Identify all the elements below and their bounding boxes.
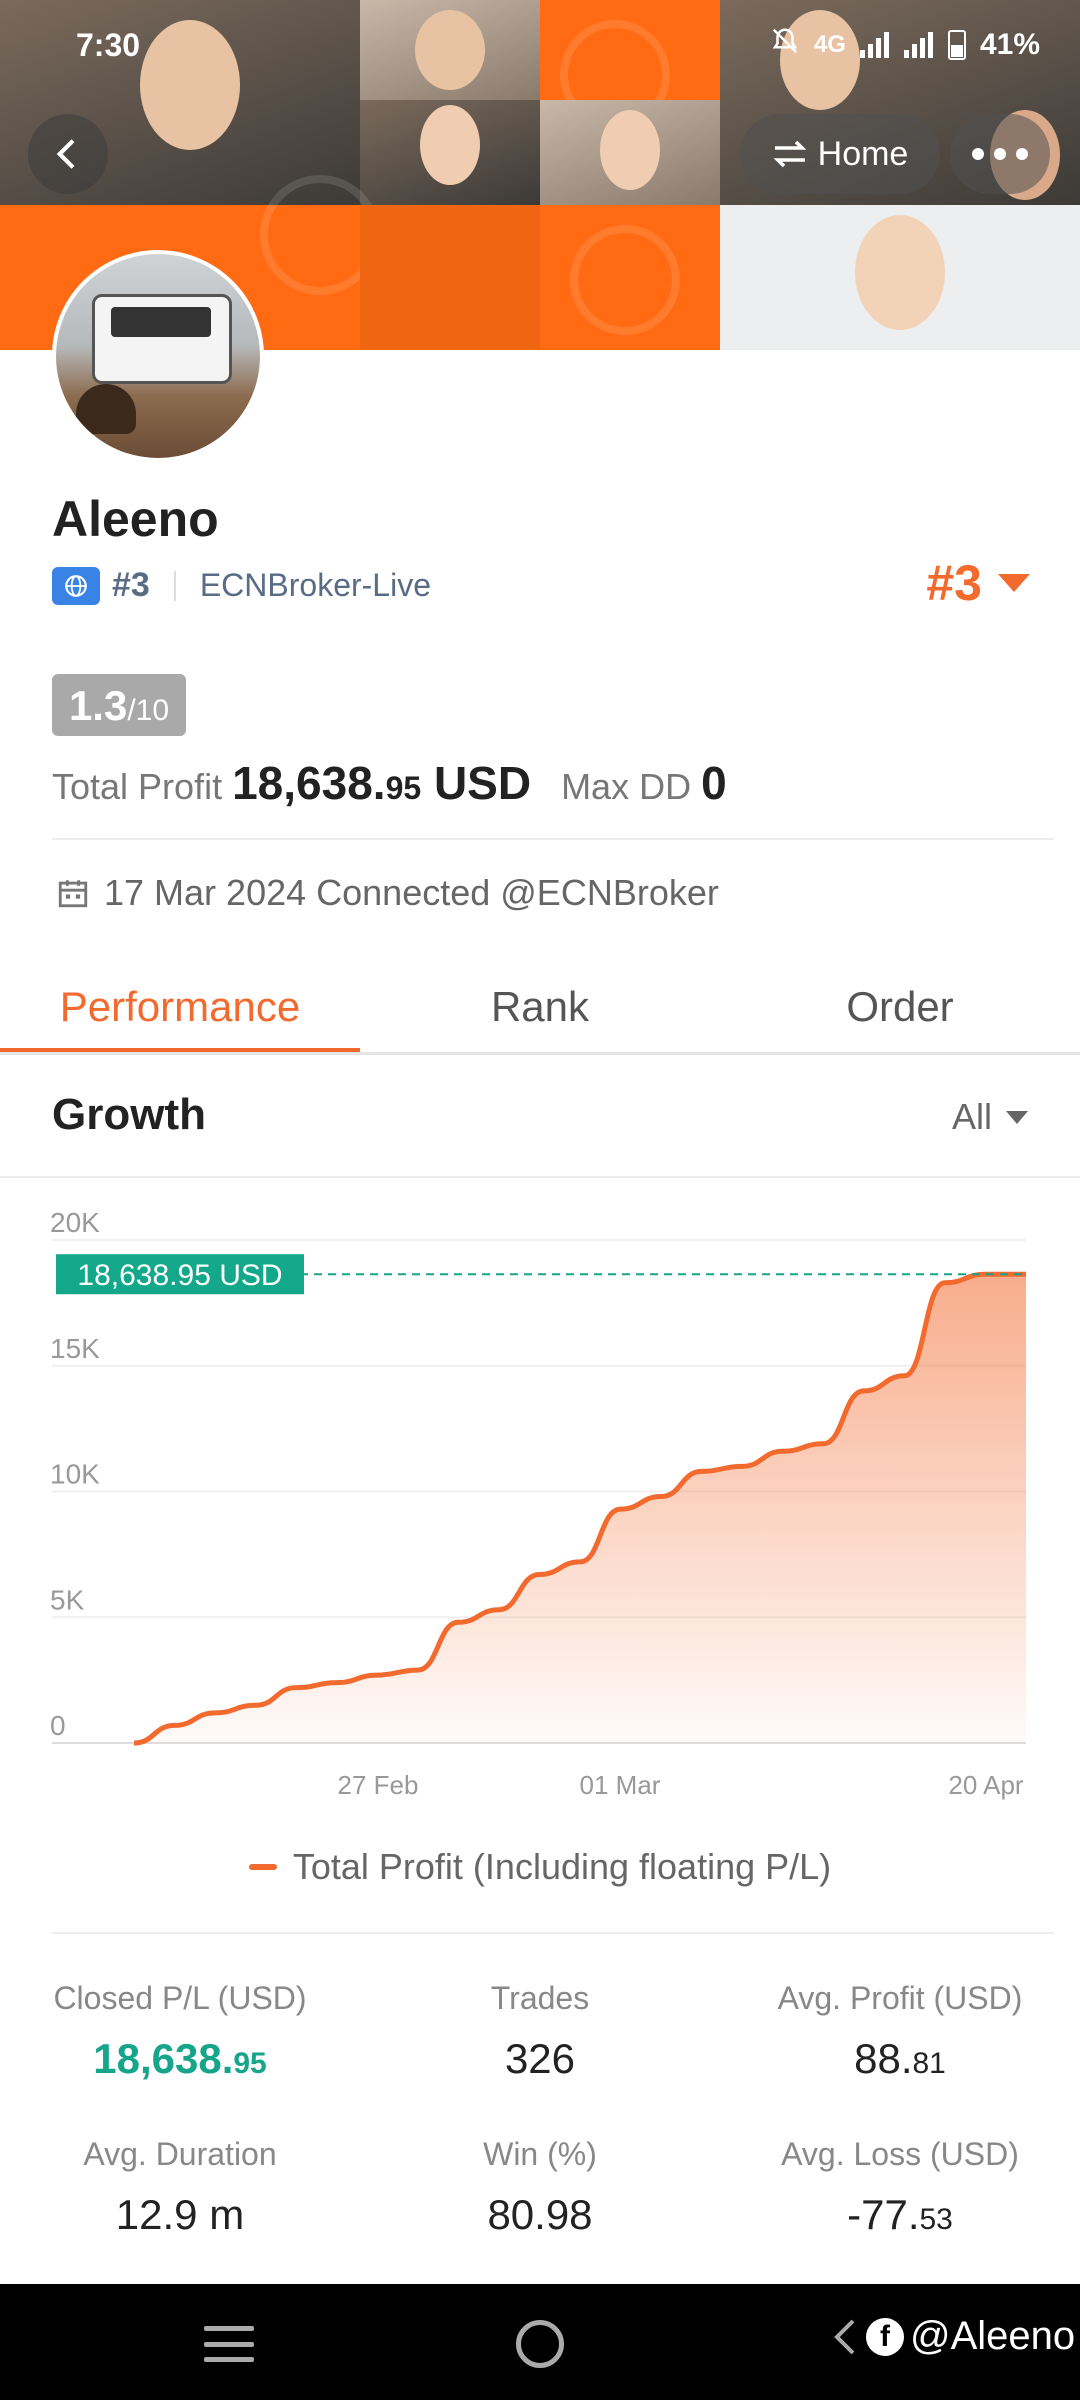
collage-photo [540,100,720,205]
legend-swatch [248,1864,277,1870]
y-tick-label: 20K [50,1207,100,1238]
y-tick-label: 5K [50,1584,85,1615]
status-time: 7:30 [76,26,141,63]
growth-title: Growth [52,1090,206,1139]
growth-filter-dropdown[interactable]: All [952,1096,1028,1138]
stat-closed-pl: Closed P/L (USD) 18,638.95 [53,1980,307,2082]
profile-name: Aleeno [52,491,219,547]
home-button[interactable]: Home [740,114,940,194]
caret-down-icon [998,574,1030,592]
total-profit-value: 18,638.95 USD [232,757,532,809]
collage-photo [720,205,1080,350]
rank-small: #3 [112,566,150,604]
chevron-left-icon [56,139,75,169]
stat-trades: Trades 326 [490,1980,590,2082]
collage-pattern [360,205,540,350]
battery-percent: 41% [979,28,1040,61]
total-profit-label: Total Profit [52,766,223,807]
collage-pattern [540,205,720,350]
rank-dropdown[interactable]: #3 [926,554,1030,612]
y-tick-label: 0 [50,1710,66,1741]
score-value: 1.3 [68,682,128,729]
legend-label: Total Profit (Including floating P/L) [292,1846,832,1887]
switch-icon [773,140,806,168]
stat-avg-profit: Avg. Profit (USD) 88.81 [777,1980,1023,2082]
signal-icon [859,32,890,58]
growth-filter-label: All [951,1096,992,1137]
stat-win: Win (%) 80.98 [483,2136,597,2238]
x-tick-label: 20 Apr [948,1770,1024,1800]
rank-big-label: #3 [926,555,982,611]
max-dd-value: 0 [701,757,727,809]
battery-icon [947,30,966,60]
tab-bar: Performance Rank Order [0,960,1080,1054]
facebook-icon: f [866,2317,904,2356]
network-label: 4G [813,31,846,58]
watermark-text: @Aleeno [910,2314,1076,2358]
x-tick-label: 27 Feb [338,1770,419,1800]
tab-order[interactable]: Order [720,960,1080,1054]
stat-avg-duration: Avg. Duration 12.9 m [83,2136,277,2238]
chevron-left-icon [834,2319,855,2354]
calendar-icon [58,880,88,908]
back-button[interactable] [28,114,108,194]
recent-apps-button[interactable] [204,2326,254,2362]
connected-info: 17 Mar 2024 Connected @ECNBroker [56,872,719,914]
connected-text: 17 Mar 2024 Connected @ECNBroker [104,872,719,913]
broker-name: ECNBroker-Live [199,567,431,603]
x-tick-label: 01 Mar [580,1770,661,1800]
caret-down-icon [1006,1110,1028,1124]
stat-avg-loss: Avg. Loss (USD) -77.53 [781,2136,1019,2238]
chart-legend: Total Profit (Including floating P/L) [0,1846,1080,1888]
tab-performance[interactable]: Performance [0,960,360,1054]
score-badge: 1.3 /10 [52,674,186,736]
more-button[interactable] [950,114,1050,194]
mute-icon [770,26,800,64]
max-dd-label: Max DD [561,766,692,807]
score-max: /10 [127,694,170,727]
tab-rank[interactable]: Rank [360,960,720,1054]
system-nav-bar: f @Aleeno [0,2284,1080,2400]
profile-meta: #3 ECNBroker-Live [52,566,431,605]
status-bar: 7:30 4G 41% [0,0,1080,90]
avatar[interactable] [52,250,264,462]
profit-row: Total Profit 18,638.95 USD Max DD 0 [52,756,727,810]
y-tick-label: 10K [50,1459,100,1490]
series-area [134,1274,1026,1743]
growth-chart: 0 5K 10K 15K 20K 18,638.95 USD 27 Feb 01 Mar 20 … [50,1207,1026,1800]
home-label: Home [817,134,909,173]
globe-icon [52,566,100,605]
y-tick-label: 15K [50,1333,100,1364]
highlight-label: 18,638.95 USD [77,1259,282,1292]
nav-watermark: f @Aleeno [830,2314,1075,2359]
home-nav-button[interactable] [516,2320,564,2368]
collage-photo [360,100,540,205]
signal-icon [903,32,934,58]
